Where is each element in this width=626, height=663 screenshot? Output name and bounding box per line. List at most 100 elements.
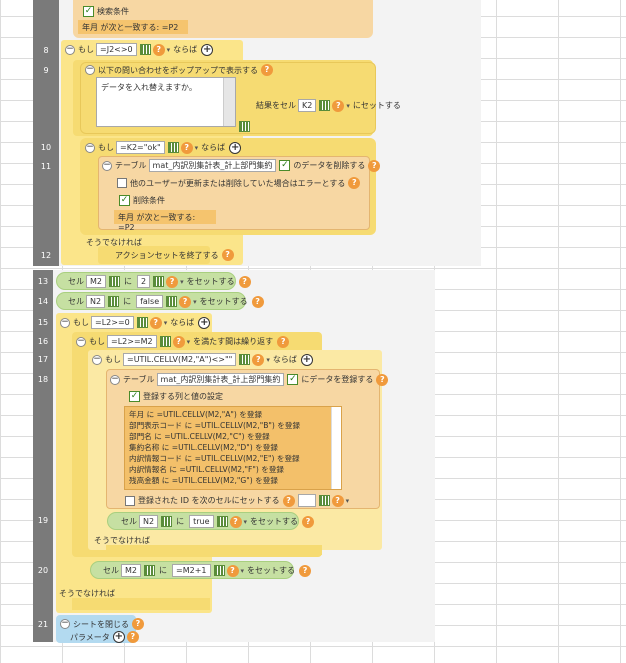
register-columns-list[interactable]: 年月 に =UTIL.CELLV(M2,"A") を登録 部門表示コード に =… xyxy=(124,406,342,490)
list-scrollbar[interactable] xyxy=(331,407,341,489)
help-icon[interactable]: ? xyxy=(149,316,162,329)
help-icon[interactable]: ? xyxy=(172,335,185,348)
cell-select-icon[interactable] xyxy=(159,336,171,347)
set-row-m2-inc: セル M2 に =M2+1 ? ▾ をセットする ? xyxy=(103,564,312,577)
condition-field[interactable]: =K2="ok" xyxy=(116,141,165,154)
cell-select-icon[interactable] xyxy=(239,354,251,365)
collapse-icon[interactable]: − xyxy=(102,160,112,171)
value-field[interactable]: =M2+1 xyxy=(172,564,211,577)
ni-label: に xyxy=(176,517,185,526)
cell-field[interactable]: N2 xyxy=(139,515,159,528)
textarea-scrollbar[interactable] xyxy=(223,78,235,126)
help-icon[interactable]: ? xyxy=(302,515,315,528)
help-icon[interactable]: ? xyxy=(282,494,295,507)
collapse-icon[interactable]: − xyxy=(60,317,70,328)
condition-field[interactable]: =L2>=M2 xyxy=(107,335,157,348)
condition-field[interactable]: =J2<>0 xyxy=(96,43,137,56)
add-icon[interactable]: + xyxy=(198,316,211,329)
collapse-icon[interactable]: − xyxy=(65,44,75,55)
if-row-cellv: − もし =UTIL.CELLV(M2,"A")<>"" ? ▾ ならば + xyxy=(91,353,314,366)
collapse-icon[interactable]: − xyxy=(85,65,95,75)
cell-select-icon[interactable] xyxy=(167,142,179,153)
checkbox-checked-icon[interactable]: ✓ xyxy=(119,195,130,206)
condition-field[interactable]: =L2>=0 xyxy=(91,316,134,329)
help-icon[interactable]: ? xyxy=(226,564,239,577)
checkbox-checked-icon[interactable]: ✓ xyxy=(83,6,94,17)
collapse-icon[interactable]: − xyxy=(76,336,86,347)
cell-select-icon[interactable] xyxy=(136,317,148,328)
help-icon[interactable]: ? xyxy=(261,64,273,76)
help-icon[interactable]: ? xyxy=(277,335,290,348)
help-icon[interactable]: ? xyxy=(221,249,234,261)
checkbox-unchecked-icon[interactable] xyxy=(117,178,127,188)
dropdown-arrow-icon[interactable]: ▾ xyxy=(241,567,245,575)
delete-condition-label: 削除条件 xyxy=(133,196,165,205)
value-field[interactable]: 2 xyxy=(137,275,151,288)
delete-condition-value[interactable]: 年月 が次と一致する: =P2 xyxy=(114,210,216,232)
cell-select-icon[interactable] xyxy=(153,276,165,287)
help-icon[interactable]: ? xyxy=(251,295,264,308)
dropdown-arrow-icon[interactable]: ▾ xyxy=(266,356,270,364)
help-icon[interactable]: ? xyxy=(332,99,345,112)
popup-message-textarea[interactable]: データを入れ替えますか。 xyxy=(96,77,236,127)
cell-select-icon[interactable] xyxy=(108,296,120,307)
cell-select-icon[interactable] xyxy=(319,100,331,111)
dropdown-arrow-icon[interactable]: ▾ xyxy=(180,278,184,286)
help-icon[interactable]: ? xyxy=(238,275,251,288)
checkbox-checked-icon[interactable]: ✓ xyxy=(279,160,291,171)
collapse-icon[interactable]: − xyxy=(110,374,120,385)
add-icon[interactable]: + xyxy=(300,353,313,366)
dropdown-arrow-icon[interactable]: ▾ xyxy=(164,319,168,327)
cell-field[interactable]: M2 xyxy=(121,564,141,577)
add-icon[interactable]: + xyxy=(112,631,125,643)
search-condition-value[interactable]: 年月 が次と一致する: =P2 xyxy=(78,20,188,34)
help-icon[interactable]: ? xyxy=(132,618,144,630)
cell-select-icon[interactable] xyxy=(166,296,178,307)
dropdown-arrow-icon[interactable]: ▾ xyxy=(187,338,191,346)
add-icon[interactable]: + xyxy=(201,43,214,56)
dropdown-arrow-icon[interactable]: ▾ xyxy=(193,298,197,306)
cell-field[interactable]: N2 xyxy=(86,295,106,308)
add-icon[interactable]: + xyxy=(229,141,242,154)
help-icon[interactable]: ? xyxy=(126,631,139,643)
value-field[interactable]: true xyxy=(189,515,214,528)
dropdown-arrow-icon[interactable]: ▾ xyxy=(346,497,350,505)
help-icon[interactable]: ? xyxy=(152,43,165,56)
cell-select-icon[interactable] xyxy=(161,516,173,527)
cell-select-icon[interactable] xyxy=(144,565,155,576)
help-icon[interactable]: ? xyxy=(299,564,312,577)
dropdown-arrow-icon[interactable]: ▾ xyxy=(244,518,248,526)
help-icon[interactable]: ? xyxy=(376,373,389,386)
checkbox-checked-icon[interactable]: ✓ xyxy=(287,374,299,385)
cell-select-icon[interactable] xyxy=(213,565,225,576)
collapse-icon[interactable]: − xyxy=(85,142,95,153)
cell-select-icon[interactable] xyxy=(216,516,228,527)
dropdown-arrow-icon[interactable]: ▾ xyxy=(195,144,199,152)
collapse-icon[interactable]: − xyxy=(60,619,70,629)
help-icon[interactable]: ? xyxy=(166,275,179,288)
dropdown-arrow-icon[interactable]: ▾ xyxy=(346,102,350,110)
collapse-icon[interactable]: − xyxy=(92,354,102,365)
table-field[interactable]: mat_内訳別集計表_計上部門集約 xyxy=(148,159,277,172)
dropdown-arrow-icon[interactable]: ▾ xyxy=(167,46,171,54)
cell-select-icon[interactable] xyxy=(318,495,330,506)
help-icon[interactable]: ? xyxy=(252,353,265,366)
condition-field[interactable]: =UTIL.CELLV(M2,"A")<>"" xyxy=(123,353,237,366)
result-cell-field[interactable]: K2 xyxy=(298,99,317,112)
checkbox-unchecked-icon[interactable] xyxy=(125,495,135,506)
else-placeholder-block xyxy=(72,598,210,610)
help-icon[interactable]: ? xyxy=(179,295,192,308)
table-field[interactable]: mat_内訳別集計表_計上部門集約 xyxy=(156,373,285,386)
help-icon[interactable]: ? xyxy=(331,494,344,507)
help-icon[interactable]: ? xyxy=(229,515,242,528)
cell-select-icon[interactable] xyxy=(139,44,151,55)
cell-field[interactable]: M2 xyxy=(86,275,106,288)
cell-select-icon[interactable] xyxy=(239,121,250,132)
value-field[interactable]: false xyxy=(136,295,164,308)
help-icon[interactable]: ? xyxy=(348,177,361,189)
register-id-cell-field[interactable] xyxy=(297,494,316,507)
checkbox-checked-icon[interactable]: ✓ xyxy=(129,391,140,402)
cell-select-icon[interactable] xyxy=(109,276,120,287)
help-icon[interactable]: ? xyxy=(180,141,193,154)
help-icon[interactable]: ? xyxy=(368,159,381,172)
